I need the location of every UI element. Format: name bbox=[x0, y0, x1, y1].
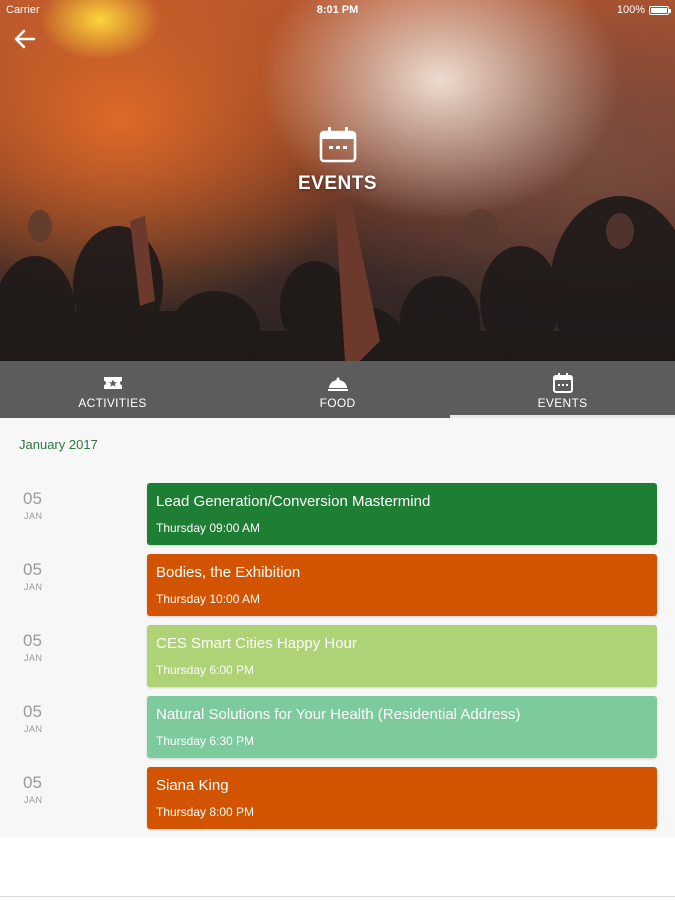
list-item: 05 JAN CES Smart Cities Happy Hour Thurs… bbox=[0, 625, 675, 687]
calendar-icon bbox=[319, 127, 356, 163]
event-title: CES Smart Cities Happy Hour bbox=[156, 635, 357, 652]
event-time: Thursday 10:00 AM bbox=[156, 592, 261, 606]
tab-activities[interactable]: ACTIVITIES bbox=[0, 361, 225, 418]
event-month: JAN bbox=[24, 511, 43, 521]
category-tabbar: ACTIVITIES FOOD EVENTS bbox=[0, 361, 675, 418]
crowd-silhouette-image bbox=[0, 196, 675, 361]
back-arrow-icon bbox=[14, 29, 36, 49]
tab-label: EVENTS bbox=[537, 396, 588, 410]
battery-icon bbox=[649, 5, 671, 15]
page-title: EVENTS bbox=[297, 173, 378, 194]
event-card[interactable]: CES Smart Cities Happy Hour Thursday 6:0… bbox=[147, 625, 657, 687]
events-list: January 2017 05 JAN Lead Generation/Conv… bbox=[0, 418, 675, 838]
hero-banner: Carrier 8:01 PM 100% EVENTS bbox=[0, 0, 675, 361]
event-day: 05 bbox=[23, 773, 42, 792]
event-month: JAN bbox=[24, 653, 43, 663]
event-card[interactable]: Natural Solutions for Your Health (Resid… bbox=[147, 696, 657, 758]
food-cloche-icon bbox=[327, 377, 348, 391]
list-item: 05 JAN Bodies, the Exhibition Thursday 1… bbox=[0, 554, 675, 616]
tab-label: FOOD bbox=[319, 396, 356, 410]
back-button[interactable] bbox=[12, 26, 38, 52]
event-day: 05 bbox=[23, 489, 42, 508]
status-bar: Carrier 8:01 PM 100% bbox=[0, 0, 675, 20]
clock: 8:01 PM bbox=[316, 4, 359, 16]
event-title: Lead Generation/Conversion Mastermind bbox=[156, 493, 431, 510]
tab-label: ACTIVITIES bbox=[78, 396, 147, 410]
calendar-icon bbox=[552, 373, 573, 393]
month-heading: January 2017 bbox=[19, 437, 98, 452]
event-month: JAN bbox=[24, 724, 43, 734]
battery-percent: 100% bbox=[616, 4, 645, 16]
list-item: 05 JAN Natural Solutions for Your Health… bbox=[0, 696, 675, 758]
list-item: 05 JAN Siana King Thursday 8:00 PM bbox=[0, 767, 675, 829]
event-time: Thursday 09:00 AM bbox=[156, 521, 261, 535]
event-title: Natural Solutions for Your Health (Resid… bbox=[156, 706, 521, 723]
list-item: 05 JAN Lead Generation/Conversion Master… bbox=[0, 483, 675, 545]
event-day: 05 bbox=[23, 560, 42, 579]
divider bbox=[0, 896, 675, 897]
event-card[interactable]: Bodies, the Exhibition Thursday 10:00 AM bbox=[147, 554, 657, 616]
event-time: Thursday 8:00 PM bbox=[156, 805, 255, 819]
ticket-star-icon bbox=[103, 377, 122, 389]
event-time: Thursday 6:30 PM bbox=[156, 734, 255, 748]
tab-events[interactable]: EVENTS bbox=[450, 361, 675, 418]
tab-food[interactable]: FOOD bbox=[225, 361, 450, 418]
event-card[interactable]: Siana King Thursday 8:00 PM bbox=[147, 767, 657, 829]
event-title: Bodies, the Exhibition bbox=[156, 564, 301, 581]
event-day: 05 bbox=[23, 702, 42, 721]
hero-title-block: EVENTS bbox=[0, 126, 675, 195]
event-card[interactable]: Lead Generation/Conversion Mastermind Th… bbox=[147, 483, 657, 545]
battery-status: 100% bbox=[616, 4, 671, 16]
event-month: JAN bbox=[24, 582, 43, 592]
event-day: 05 bbox=[23, 631, 42, 650]
event-title: Siana King bbox=[156, 777, 229, 794]
event-month: JAN bbox=[24, 795, 43, 805]
event-time: Thursday 6:00 PM bbox=[156, 663, 255, 677]
